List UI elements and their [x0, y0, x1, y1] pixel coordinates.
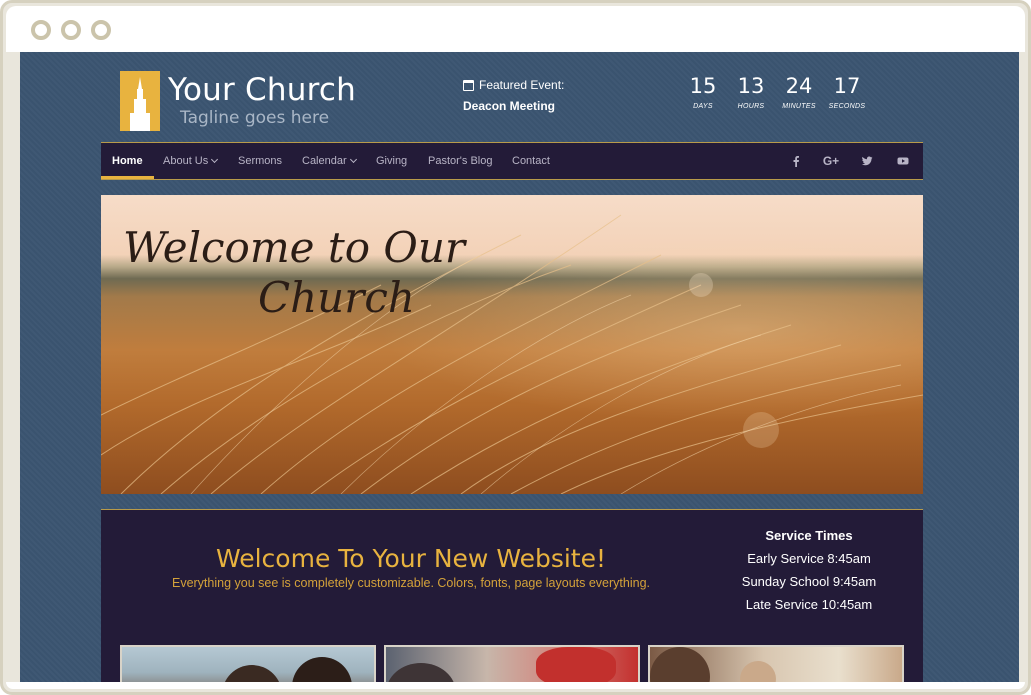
site-tagline: Tagline goes here	[180, 108, 330, 128]
site-name[interactable]: Your Church	[168, 72, 356, 108]
church-logo-icon[interactable]	[120, 71, 160, 131]
hero-title: Welcome to Our Church	[123, 223, 465, 323]
countdown-unit: SECONDS	[828, 103, 866, 110]
window-dot-icon[interactable]	[91, 20, 111, 40]
countdown-unit: MINUTES	[782, 103, 816, 110]
nav-item-label: Calendar	[302, 155, 347, 167]
welcome-subtitle: Everything you see is completely customi…	[171, 576, 650, 590]
service-time-row: Sunday School 9:45am	[741, 574, 877, 589]
nav-item-label: Sermons	[238, 155, 283, 167]
countdown-value: 17	[833, 74, 861, 98]
google-plus-label: G+	[822, 154, 840, 168]
service-times: Service Times Early Service 8:45am Sunda…	[721, 528, 897, 620]
nav-item-giving[interactable]: Giving	[376, 143, 407, 179]
nav-item-label: Giving	[376, 155, 408, 167]
service-time-row: Late Service 10:45am	[745, 597, 873, 612]
youtube-icon[interactable]	[892, 143, 914, 179]
nav-item-calendar[interactable]: Calendar	[302, 143, 357, 179]
nav-item-label: Home	[112, 155, 143, 167]
countdown-seconds: 17 SECONDS	[823, 74, 871, 110]
service-times-title: Service Times	[765, 528, 853, 543]
main-nav: Home About Us Sermons Calendar Giving Pa…	[101, 142, 923, 180]
window-dot-icon[interactable]	[31, 20, 51, 40]
hero-title-line1: Welcome to Our	[123, 223, 465, 272]
window-dot-icon[interactable]	[61, 20, 81, 40]
nav-item-home[interactable]: Home	[101, 143, 154, 179]
chevron-down-icon	[211, 155, 219, 164]
countdown-days: 15 DAYS	[679, 74, 727, 110]
browser-bottom-edge	[6, 682, 1025, 689]
countdown-value: 15	[689, 74, 717, 98]
nav-item-pastors-blog[interactable]: Pastor's Blog	[428, 143, 492, 179]
nav-item-label: Pastor's Blog	[428, 155, 493, 167]
browser-frame: Your Church Tagline goes here Featured E…	[0, 0, 1031, 695]
countdown-hours: 13 HOURS	[727, 74, 775, 110]
page-viewport: Your Church Tagline goes here Featured E…	[20, 52, 1019, 688]
hero-banner: Welcome to Our Church	[101, 195, 923, 494]
hero-title-line2: Church	[258, 273, 415, 322]
calendar-icon	[463, 79, 474, 91]
countdown-minutes: 24 MINUTES	[775, 74, 823, 110]
countdown-unit: HOURS	[737, 103, 765, 110]
facebook-icon[interactable]	[785, 143, 807, 179]
featured-event[interactable]: Featured Event: Deacon Meeting	[463, 78, 564, 113]
twitter-icon[interactable]	[856, 143, 878, 179]
service-time-row: Early Service 8:45am	[747, 551, 871, 566]
countdown-value: 24	[785, 74, 813, 98]
welcome-title: Welcome To Your New Website!	[215, 544, 607, 573]
browser-toolbar	[6, 6, 1025, 52]
nav-item-contact[interactable]: Contact	[512, 143, 550, 179]
event-countdown: 15 DAYS 13 HOURS 24 MINUTES 17 SECONDS	[679, 74, 871, 110]
chevron-down-icon	[349, 155, 357, 164]
nav-item-label: Contact	[512, 155, 550, 167]
featured-label: Featured Event:	[479, 78, 565, 92]
welcome-section: Welcome To Your New Website! Everything …	[101, 509, 923, 688]
nav-item-about-us[interactable]: About Us	[163, 143, 219, 179]
nav-item-label: About Us	[163, 155, 209, 167]
countdown-unit: DAYS	[693, 103, 713, 110]
nav-item-sermons[interactable]: Sermons	[238, 143, 282, 179]
featured-event-name[interactable]: Deacon Meeting	[463, 99, 564, 113]
countdown-value: 13	[737, 74, 765, 98]
google-plus-icon[interactable]: G+	[820, 143, 842, 179]
